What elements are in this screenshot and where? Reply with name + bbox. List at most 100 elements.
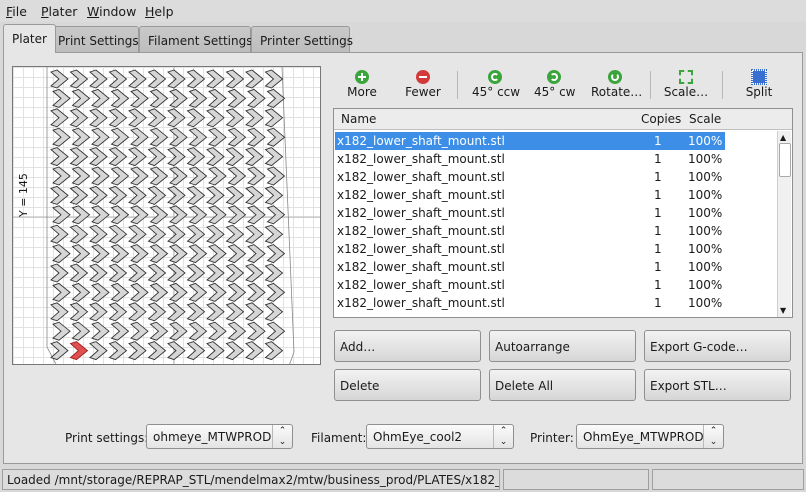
rotate-ccw-button[interactable]: 45° ccw	[472, 64, 520, 106]
plate-part[interactable]	[225, 302, 245, 322]
plate-part[interactable]	[149, 127, 169, 147]
plate-part[interactable]	[52, 127, 71, 147]
plate-part[interactable]	[167, 224, 186, 244]
plate-part[interactable]	[206, 302, 225, 322]
list-item[interactable]: x182_lower_shaft_mount.stl 1 100%	[335, 204, 775, 222]
plate-part[interactable]	[147, 69, 167, 89]
parts-list-scrollbar[interactable]: ▲ ▼	[777, 131, 791, 317]
plate-part[interactable]	[71, 127, 91, 147]
plate-part[interactable]	[130, 282, 149, 302]
plate-part[interactable]	[225, 263, 245, 283]
plate-part[interactable]	[50, 108, 69, 128]
plate-part[interactable]	[264, 224, 284, 244]
plate-part[interactable]	[89, 147, 108, 167]
list-item[interactable]: x182_lower_shaft_mount.stl 1 100%	[335, 132, 725, 150]
plate-part[interactable]	[50, 224, 69, 244]
plate-part[interactable]	[69, 224, 89, 244]
parts-list[interactable]: Name Copies Scale x182_lower_shaft_mount…	[333, 108, 793, 318]
plate-part[interactable]	[208, 166, 227, 186]
plate-part[interactable]	[89, 341, 108, 361]
plate-part[interactable]	[167, 108, 186, 128]
menu-help[interactable]: Help	[145, 4, 174, 19]
plate-part[interactable]	[110, 127, 130, 147]
plate-part[interactable]	[186, 341, 206, 361]
plate-part[interactable]	[110, 282, 130, 302]
plate-part[interactable]	[91, 205, 110, 225]
plate-part[interactable]	[245, 263, 264, 283]
plate-part[interactable]	[227, 205, 247, 225]
plate-part[interactable]	[225, 147, 245, 167]
filament-select[interactable]: OhmEye_cool2 ⌃ ⌄	[366, 424, 514, 449]
plate-part[interactable]	[167, 263, 186, 283]
plate-part[interactable]	[167, 185, 186, 205]
plate-part[interactable]	[130, 244, 149, 264]
plate-part[interactable]	[245, 185, 264, 205]
plate-part[interactable]	[225, 108, 245, 128]
menu-file[interactable]: File	[6, 4, 27, 19]
plate-part[interactable]	[188, 321, 208, 341]
plate-part[interactable]	[128, 108, 147, 128]
plate-part[interactable]	[188, 88, 208, 108]
plate-part[interactable]	[71, 282, 91, 302]
plate-part[interactable]	[108, 263, 128, 283]
plate-part[interactable]	[225, 69, 245, 89]
plate-part[interactable]	[110, 88, 130, 108]
plate-part[interactable]	[149, 321, 169, 341]
plate-part[interactable]	[128, 341, 147, 361]
plate-part[interactable]	[206, 147, 225, 167]
plate-part[interactable]	[108, 302, 128, 322]
delete-all-button[interactable]: Delete All	[489, 369, 636, 401]
plate-part[interactable]	[188, 282, 208, 302]
menu-plater[interactable]: Plater	[41, 4, 77, 19]
plate-part[interactable]	[108, 69, 128, 89]
list-item[interactable]: x182_lower_shaft_mount.stl 1 100%	[335, 258, 775, 276]
tab-filament-settings[interactable]: Filament Settings	[139, 26, 252, 52]
plate-part[interactable]	[206, 263, 225, 283]
split-button[interactable]: Split	[745, 64, 773, 106]
plate-part[interactable]	[247, 205, 266, 225]
tab-printer-settings[interactable]: Printer Settings	[251, 26, 353, 52]
plate-part[interactable]	[266, 321, 286, 341]
plate-part[interactable]	[71, 205, 91, 225]
plate-part[interactable]	[110, 166, 130, 186]
plate-part[interactable]	[69, 147, 89, 167]
plate-part[interactable]	[264, 147, 284, 167]
plate-part[interactable]	[169, 244, 188, 264]
plate-part[interactable]	[245, 341, 264, 361]
plate-part[interactable]	[91, 244, 110, 264]
plate-part[interactable]	[206, 108, 225, 128]
plate-part[interactable]	[186, 224, 206, 244]
plate-part[interactable]	[52, 205, 71, 225]
plate-part[interactable]	[147, 341, 167, 361]
plate-part[interactable]	[186, 263, 206, 283]
fewer-button[interactable]: Fewer	[404, 64, 442, 106]
plate-part[interactable]	[264, 341, 284, 361]
plate-part[interactable]	[225, 224, 245, 244]
plate-part[interactable]	[147, 185, 167, 205]
plate-part[interactable]	[52, 321, 71, 341]
plate-part[interactable]	[50, 263, 69, 283]
plate-part[interactable]	[169, 321, 188, 341]
plate-part[interactable]	[186, 69, 206, 89]
plate-part[interactable]	[52, 282, 71, 302]
plate-part[interactable]	[128, 185, 147, 205]
plate-part[interactable]	[188, 166, 208, 186]
plate-part[interactable]	[225, 185, 245, 205]
plate-part[interactable]	[188, 127, 208, 147]
plate-part[interactable]	[167, 341, 186, 361]
plate-part[interactable]	[130, 205, 149, 225]
column-copies[interactable]: Copies	[641, 112, 681, 126]
plate-part[interactable]	[206, 185, 225, 205]
plate-part[interactable]	[206, 69, 225, 89]
plate-part[interactable]	[110, 321, 130, 341]
plate-part[interactable]	[69, 108, 89, 128]
plate-part[interactable]	[266, 88, 286, 108]
plate-part[interactable]	[266, 205, 286, 225]
plate-part[interactable]	[247, 127, 266, 147]
plate-part[interactable]	[245, 69, 264, 89]
export-stl-button[interactable]: Export STL…	[644, 369, 791, 401]
plate-part[interactable]	[247, 244, 266, 264]
plate-part[interactable]	[50, 341, 69, 361]
plate-part[interactable]	[128, 263, 147, 283]
plate-part[interactable]	[264, 302, 284, 322]
